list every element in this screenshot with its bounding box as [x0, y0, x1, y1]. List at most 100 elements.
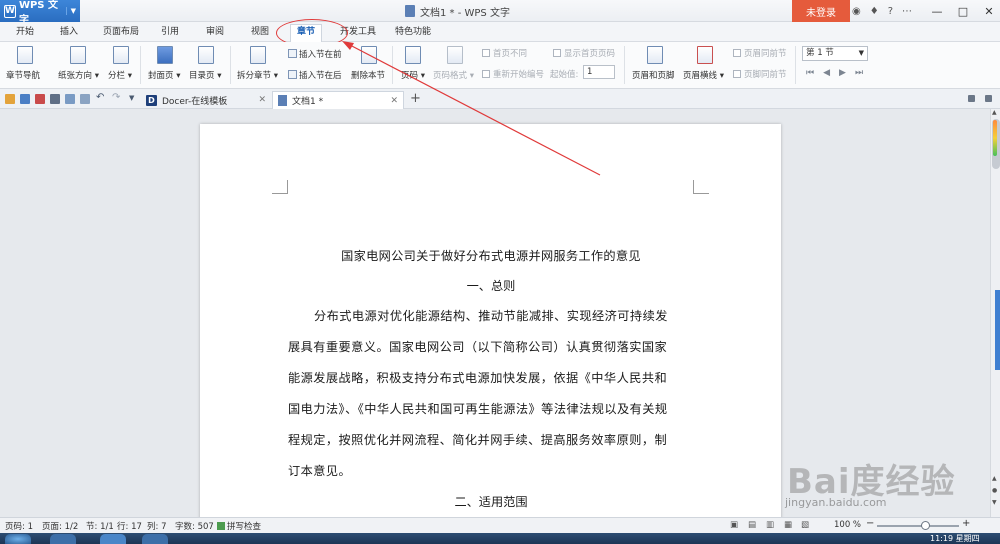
start-button[interactable] — [5, 534, 31, 544]
first-page-different-checkbox[interactable]: 首页不同 — [482, 47, 527, 59]
zoom-out-icon[interactable]: − — [866, 518, 874, 529]
paragraph-line: 分布式电源对优化能源结构、推动节能减排、实现经济可持续发 — [314, 309, 668, 323]
restart-numbering-checkbox[interactable]: 重新开始编号 — [482, 68, 544, 80]
tab-page-layout[interactable]: 页面布局 — [103, 25, 139, 40]
document-title: 国家电网公司关于做好分布式电源并网服务工作的意见 — [341, 249, 641, 263]
scroll-up-icon[interactable]: ▲ — [992, 109, 997, 116]
split-section-label: 拆分章节 — [237, 71, 272, 81]
customize-icon[interactable]: ▼ — [129, 94, 139, 104]
export-pdf-icon[interactable] — [35, 94, 45, 104]
tab-review[interactable]: 审阅 — [206, 25, 224, 40]
previous-section-icon[interactable]: ◀ — [823, 68, 830, 78]
close-tab-icon[interactable]: ✕ — [390, 96, 398, 106]
page-number-format-button[interactable]: 页码格式 ▾ — [433, 69, 474, 81]
insert-section-after-button[interactable]: 插入节在后 — [288, 69, 342, 81]
tab-view[interactable]: 视图 — [251, 25, 269, 40]
delete-section-button[interactable]: 删除本节 — [351, 69, 385, 81]
minimize-icon[interactable]: — — [930, 5, 944, 18]
open-folder-icon[interactable] — [5, 94, 15, 104]
cover-page-button[interactable]: 封面页 ▾ — [148, 69, 180, 81]
close-icon[interactable]: ✕ — [982, 5, 996, 18]
taskbar-app[interactable] — [100, 534, 126, 544]
close-tab-icon[interactable]: ✕ — [258, 95, 266, 105]
zoom-slider[interactable] — [877, 525, 959, 527]
first-section-icon[interactable]: ⏮ — [806, 68, 814, 78]
skin-icon[interactable]: ◉ — [852, 6, 861, 17]
outline-view-icon[interactable]: ▦ — [784, 520, 792, 530]
settings-icon[interactable]: ⋯ — [902, 6, 912, 17]
toc-label: 目录页 — [189, 71, 215, 81]
shirt-icon[interactable]: ♦ — [870, 6, 879, 17]
show-first-page-number-checkbox[interactable]: 显示首页页码 — [553, 47, 615, 59]
doc-tab-document1[interactable]: 文档1 * ✕ — [272, 91, 404, 109]
tab-references[interactable]: 引用 — [161, 25, 179, 40]
title-bar: W WPS 文字 ▼ 文档1 * - WPS 文字 未登录 ◉ ♦ ? ⋯ — … — [0, 0, 1000, 26]
margin-marker — [693, 180, 709, 194]
redo-icon[interactable]: ↷ — [112, 92, 122, 103]
title-tools: ◉ ♦ ? ⋯ — [852, 0, 912, 22]
zoom-level[interactable]: 100 % — [834, 520, 861, 530]
checkbox-icon — [482, 70, 490, 78]
document-body[interactable]: 国家电网公司关于做好分布式电源并网服务工作的意见 一、总则 分布式电源对优化能源… — [288, 246, 694, 517]
web-view-icon[interactable]: ▥ — [766, 520, 774, 530]
taskbar-app[interactable] — [50, 534, 76, 544]
tab-special-features[interactable]: 特色功能 — [395, 25, 431, 40]
select-browse-icon[interactable]: ● — [992, 487, 997, 494]
help-icon[interactable]: ? — [888, 6, 893, 17]
document-icon — [278, 95, 287, 106]
last-section-icon[interactable]: ⏭ — [855, 68, 863, 78]
format-painter-icon[interactable] — [80, 94, 90, 104]
toc-button[interactable]: 目录页 ▾ — [189, 69, 221, 81]
paragraph-line: 展具有重要意义。国家电网公司（以下简称公司）认真贯彻落实国家 — [288, 340, 668, 354]
ribbon-divider — [392, 46, 393, 84]
start-value-input[interactable]: 1 — [583, 65, 615, 79]
tab-restore-icon[interactable] — [985, 95, 992, 102]
section-nav-button[interactable]: 章节导航 — [6, 69, 40, 81]
reading-view-icon[interactable]: ▧ — [801, 520, 809, 530]
save-icon[interactable] — [20, 94, 30, 104]
page-view-icon[interactable]: ▤ — [748, 520, 756, 530]
maximize-icon[interactable]: □ — [956, 5, 970, 18]
section-nav-arrows: ⏮ ◀ ▶ ⏭ — [806, 68, 863, 78]
side-panel-toggle[interactable] — [995, 290, 1000, 370]
zoom-slider-handle[interactable] — [921, 521, 930, 530]
taskbar-app[interactable] — [142, 534, 168, 544]
tab-insert[interactable]: 插入 — [60, 25, 78, 40]
start-value-label: 起始值: — [550, 70, 579, 80]
section-select[interactable]: 第 1 节 ▼ — [802, 46, 868, 61]
orientation-button[interactable]: 纸张方向 ▾ — [58, 69, 99, 81]
login-button[interactable]: 未登录 — [792, 0, 850, 22]
header-line-button[interactable]: 页眉横线 ▾ — [683, 69, 724, 81]
undo-icon[interactable]: ↶ — [96, 92, 106, 103]
doc-tab-docer[interactable]: D Docer-在线模板 ✕ — [141, 91, 271, 109]
tab-home[interactable]: 开始 — [16, 25, 34, 40]
zoom-in-icon[interactable]: + — [962, 518, 970, 529]
document-page[interactable]: 国家电网公司关于做好分布式电源并网服务工作的意见 一、总则 分布式电源对优化能源… — [200, 124, 781, 517]
header-footer-button[interactable]: 页眉和页脚 — [632, 69, 675, 81]
spell-check-toggle[interactable]: 拼写检查 — [217, 520, 261, 532]
next-section-icon[interactable]: ▶ — [839, 68, 846, 78]
insert-section-before-button[interactable]: 插入节在前 — [288, 48, 342, 60]
chevron-down-icon: ▼ — [65, 7, 76, 15]
split-section-button[interactable]: 拆分章节 ▾ — [237, 69, 278, 81]
print-preview-icon[interactable] — [65, 94, 75, 104]
columns-label: 分栏 — [108, 71, 126, 81]
print-icon[interactable] — [50, 94, 60, 104]
columns-button[interactable]: 分栏 ▾ — [108, 69, 132, 81]
previous-page-icon[interactable]: ▲ — [992, 475, 997, 482]
footer-same-as-previous-checkbox[interactable]: 页脚同前节 — [733, 68, 787, 80]
page-number-button[interactable]: 页码 ▾ — [401, 69, 425, 81]
next-page-icon[interactable]: ▼ — [992, 499, 997, 506]
columns-icon — [113, 46, 129, 64]
document-workspace: 国家电网公司关于做好分布式电源并网服务工作的意见 一、总则 分布式电源对优化能源… — [0, 109, 990, 517]
doc-tab-label: Docer-在线模板 — [162, 96, 228, 107]
status-word-count[interactable]: 字数: 507 — [175, 520, 214, 532]
status-column: 列: 7 — [147, 522, 167, 532]
tab-list-icon[interactable] — [968, 95, 975, 102]
header-same-as-previous-checkbox[interactable]: 页眉同前节 — [733, 47, 787, 59]
checkbox-icon — [733, 49, 741, 57]
paragraph-line: 订本意见。 — [288, 464, 352, 478]
new-tab-icon[interactable]: + — [410, 91, 421, 106]
app-menu-button[interactable]: W WPS 文字 ▼ — [0, 0, 80, 26]
fullscreen-icon[interactable]: ▣ — [730, 520, 738, 530]
